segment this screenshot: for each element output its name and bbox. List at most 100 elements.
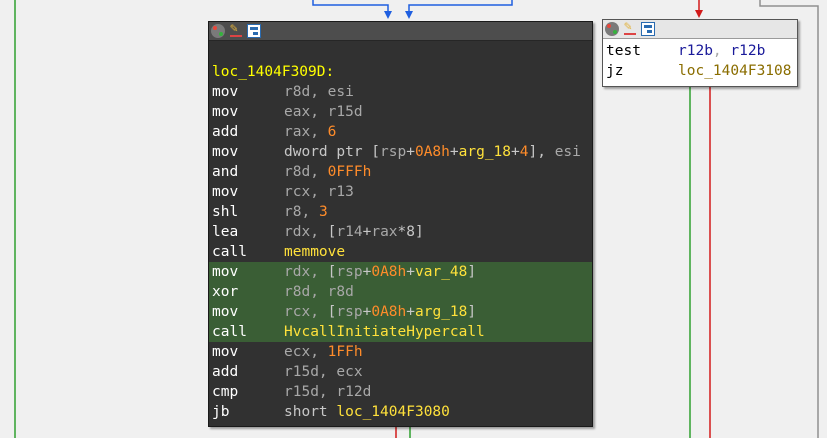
graph-overview-icon[interactable]: [605, 22, 619, 36]
mnemonic[interactable]: cmp: [212, 382, 284, 402]
operand-register[interactable]: rax: [284, 124, 310, 140]
instruction-line[interactable]: call memmove: [209, 242, 592, 262]
operand-register[interactable]: ecx: [284, 344, 310, 360]
mnemonic[interactable]: mov: [212, 102, 284, 122]
operand-register[interactable]: r8d: [284, 164, 310, 180]
mnemonic[interactable]: mov: [212, 142, 284, 162]
instruction-line[interactable]: test r12b, r12b: [603, 41, 797, 61]
operand-text: ,: [310, 124, 328, 140]
side-code-node[interactable]: testr12b, r12bjzloc_1404F3108: [602, 19, 798, 87]
mnemonic[interactable]: call: [212, 322, 284, 342]
operand-text: +: [449, 144, 459, 160]
mnemonic[interactable]: mov: [212, 182, 284, 202]
mnemonic[interactable]: xor: [212, 282, 284, 302]
instruction-list: test r12b, r12b jz loc_1404F3108: [603, 41, 797, 81]
mnemonic[interactable]: jb: [212, 402, 284, 422]
operand-register[interactable]: rcx: [284, 184, 310, 200]
instruction-line[interactable]: call HvcallInitiateHypercall: [209, 322, 592, 342]
operand-symbol[interactable]: arg_18: [459, 144, 511, 160]
side-node-titlebar[interactable]: [603, 19, 797, 39]
mnemonic[interactable]: mov: [212, 262, 284, 282]
instruction-line[interactable]: and r8d, 0FFFh: [209, 162, 592, 182]
mnemonic[interactable]: mov: [212, 82, 284, 102]
operand-register[interactable]: r12b: [678, 43, 713, 59]
edit-color-icon[interactable]: [229, 21, 243, 38]
main-node-titlebar[interactable]: [209, 21, 592, 41]
operand-register[interactable]: r13: [328, 184, 354, 200]
operand-text: +: [406, 304, 415, 320]
operand-text: dword ptr [: [284, 144, 381, 160]
instruction-line[interactable]: add rax, 6: [209, 122, 592, 142]
operand-register[interactable]: r15d: [328, 104, 363, 120]
operand-register[interactable]: esi: [328, 84, 354, 100]
instruction-line[interactable]: jz loc_1404F3108: [603, 61, 797, 81]
operand-symbol[interactable]: var_48: [415, 264, 467, 280]
operand-register[interactable]: r8d: [328, 284, 354, 300]
operand-text: ,: [310, 304, 328, 320]
operand-register[interactable]: r8d: [284, 284, 310, 300]
mnemonic[interactable]: add: [212, 362, 284, 382]
operand-text: ],: [528, 144, 555, 160]
operand-number: 0A8h: [371, 304, 407, 320]
operand-symbol[interactable]: HvcallInitiateHypercall: [284, 324, 485, 340]
operand-register[interactable]: r8: [284, 204, 301, 220]
node-group-icon[interactable]: [247, 24, 261, 38]
operand-register[interactable]: eax: [284, 104, 310, 120]
operand-register[interactable]: ecx: [336, 364, 362, 380]
mnemonic[interactable]: test: [606, 41, 678, 61]
side-node-body: test r12b, r12b jz loc_1404F3108: [603, 39, 797, 81]
instruction-line[interactable]: mov ecx, 1FFh: [209, 342, 592, 362]
operand-register[interactable]: r12d: [336, 384, 371, 400]
mnemonic[interactable]: and: [212, 162, 284, 182]
operand-register[interactable]: esi: [555, 144, 581, 160]
operand-register[interactable]: r12b: [730, 43, 765, 59]
instruction-line[interactable]: mov eax, r15d: [209, 102, 592, 122]
operand-text: +: [406, 144, 415, 160]
instruction-line[interactable]: mov dword ptr [rsp+0A8h+arg_18+4], esi: [209, 142, 592, 162]
instruction-line[interactable]: mov rcx, [rsp+0A8h+arg_18]: [209, 302, 592, 322]
operand-register[interactable]: rax: [371, 224, 397, 240]
mnemonic[interactable]: call: [212, 242, 284, 262]
operand-register[interactable]: r15d: [284, 384, 319, 400]
code-label-line[interactable]: loc_1404F309D:: [209, 62, 592, 82]
main-code-node[interactable]: loc_1404F309D: movr8d, esimoveax, r15dad…: [208, 21, 593, 427]
instruction-line[interactable]: shl r8, 3: [209, 202, 592, 222]
operand-text: ,: [310, 224, 328, 240]
edit-color-icon[interactable]: [623, 19, 637, 36]
mnemonic[interactable]: mov: [212, 302, 284, 322]
operand-register[interactable]: rdx: [284, 264, 310, 280]
instruction-line[interactable]: mov rdx, [rsp+0A8h+var_48]: [209, 262, 592, 282]
instruction-line[interactable]: lea rdx, [r14+rax*8]: [209, 222, 592, 242]
mnemonic[interactable]: shl: [212, 202, 284, 222]
operand-symbol[interactable]: loc_1404F3108: [678, 63, 792, 79]
mnemonic[interactable]: add: [212, 122, 284, 142]
node-group-icon[interactable]: [641, 22, 655, 36]
instruction-line[interactable]: mov r8d, esi: [209, 82, 592, 102]
operand-text: ,: [318, 364, 337, 380]
instruction-line[interactable]: xor r8d, r8d: [209, 282, 592, 302]
instruction-line[interactable]: cmp r15d, r12d: [209, 382, 592, 402]
instruction-line[interactable]: jb short loc_1404F3080: [209, 402, 592, 422]
mnemonic[interactable]: jz: [606, 61, 678, 81]
operand-symbol[interactable]: arg_18: [415, 304, 467, 320]
operand-text: ,: [310, 84, 328, 100]
operand-register[interactable]: rsp: [336, 264, 362, 280]
main-node-body: loc_1404F309D: mov r8d, esi mov eax, r15d ad…: [209, 41, 592, 422]
operand-symbol[interactable]: loc_1404F3080: [336, 404, 450, 420]
operand-text: ,: [310, 344, 328, 360]
instruction-line[interactable]: mov rcx, r13: [209, 182, 592, 202]
mnemonic[interactable]: lea: [212, 222, 284, 242]
mnemonic[interactable]: mov: [212, 342, 284, 362]
operand-symbol[interactable]: memmove: [284, 244, 345, 260]
code-label[interactable]: loc_1404F309D:: [212, 64, 334, 80]
operand-register[interactable]: r15d: [284, 364, 319, 380]
graph-overview-icon[interactable]: [211, 24, 225, 38]
operand-register[interactable]: r14: [336, 224, 362, 240]
operand-register[interactable]: rdx: [284, 224, 310, 240]
instruction-line[interactable]: add r15d, ecx: [209, 362, 592, 382]
operand-register[interactable]: rcx: [284, 304, 310, 320]
operand-register[interactable]: r8d: [284, 84, 310, 100]
operand-text: ,: [310, 264, 328, 280]
operand-register[interactable]: rsp: [336, 304, 362, 320]
operand-register[interactable]: rsp: [380, 144, 406, 160]
